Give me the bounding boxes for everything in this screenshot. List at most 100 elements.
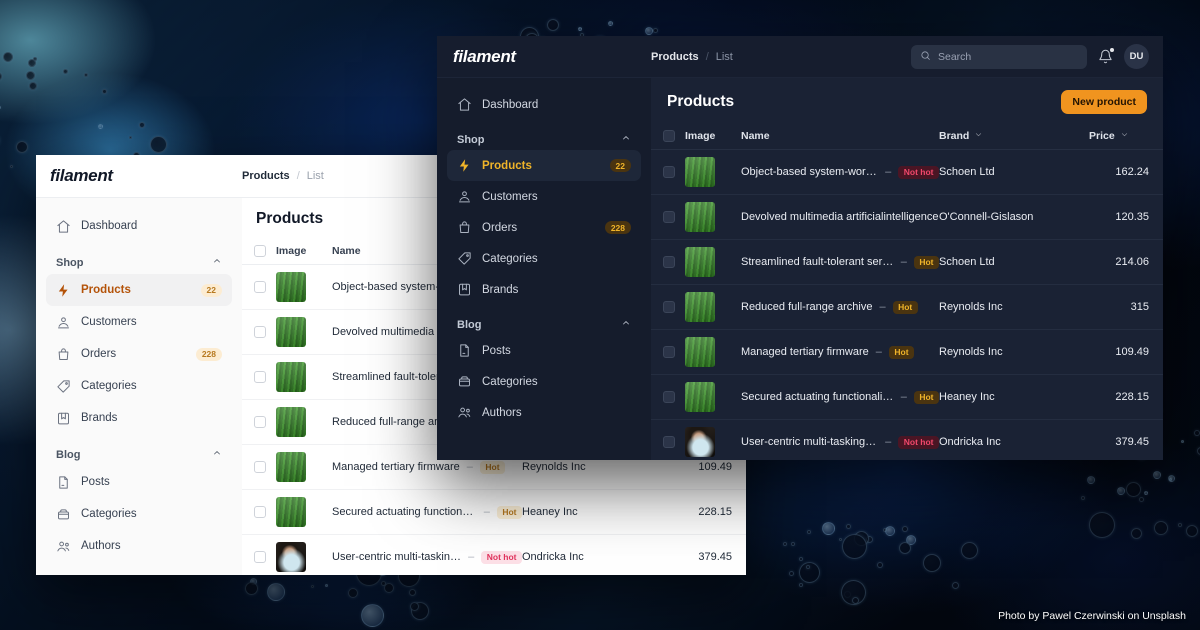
row-checkbox[interactable] [663, 301, 675, 313]
sidebar-group-shop[interactable]: Shop [46, 242, 232, 274]
sidebar-item-brands-shop[interactable]: Brands [46, 402, 232, 434]
breadcrumb-current: List [306, 170, 324, 182]
chevron-up-icon[interactable] [621, 133, 631, 146]
breadcrumb-separator: / [705, 50, 709, 63]
sidebar-item-customers-shop[interactable]: Customers [447, 181, 641, 212]
product-thumbnail [685, 292, 715, 322]
light-app-logo[interactable]: filament [36, 166, 242, 186]
bolt-icon [457, 158, 472, 173]
table-row[interactable]: Secured actuating functionalities – Hot Hea… [242, 490, 746, 535]
sidebar-item-badge: 228 [195, 347, 222, 361]
sidebar-item-orders-shop[interactable]: Orders 228 [46, 338, 232, 370]
row-select-cell [651, 150, 685, 195]
table-row[interactable]: Streamlined fault-tolerant service-desk–… [651, 240, 1163, 285]
chevron-down-icon[interactable] [1120, 130, 1129, 142]
sidebar-group-blog[interactable]: Blog [447, 305, 641, 335]
row-select-cell [242, 310, 276, 355]
table-row[interactable]: User-centric multi-tasking focusgroup–No… [651, 420, 1163, 461]
select-all-checkbox[interactable] [254, 245, 266, 257]
new-product-button[interactable]: New product [1061, 90, 1147, 114]
row-checkbox[interactable] [663, 391, 675, 403]
select-all-checkbox[interactable] [663, 130, 675, 142]
sidebar-group-shop[interactable]: Shop [447, 120, 641, 150]
row-name-cell: Streamlined fault-tolerant service-desk–… [741, 240, 939, 285]
book-icon [457, 282, 472, 297]
row-name-cell: Secured actuating functionalities – Hot [332, 490, 522, 535]
row-checkbox[interactable] [254, 506, 266, 518]
row-checkbox[interactable] [663, 211, 675, 223]
table-row[interactable]: Devolved multimedia artificialintelligen… [651, 195, 1163, 240]
column-header-price[interactable]: Price [1089, 123, 1163, 150]
sidebar-item-categories-shop[interactable]: Categories [447, 243, 641, 274]
avatar[interactable]: DU [1124, 44, 1149, 69]
product-thumbnail [276, 497, 306, 527]
sidebar-item-authors-blog[interactable]: Authors [447, 397, 641, 428]
select-all-header [242, 238, 276, 265]
column-header-name: Name [741, 123, 939, 150]
status-badge: Not hot [898, 435, 939, 449]
table-row[interactable]: Reduced full-range archive–HotReynolds I… [651, 285, 1163, 330]
table-header-row: ImageNameBrandPrice [651, 123, 1163, 150]
sidebar-group-blog[interactable]: Blog [46, 434, 232, 466]
product-thumbnail [685, 382, 715, 412]
sidebar-item-posts-blog[interactable]: Posts [447, 335, 641, 366]
sidebar-item-dashboard[interactable]: Dashboard [46, 210, 232, 242]
search-input[interactable]: Search [911, 44, 1087, 69]
home-icon [457, 97, 472, 112]
sidebar-item-dashboard[interactable]: Dashboard [447, 89, 641, 120]
status-badge: Hot [888, 345, 915, 359]
table-row[interactable]: User-centric multi-tasking focusgroup–No… [242, 535, 746, 576]
dark-app-logo[interactable]: filament [437, 47, 651, 67]
table-row[interactable]: Secured actuating functionalities – Hot Hea… [651, 375, 1163, 420]
column-header-brand[interactable]: Brand [939, 123, 1089, 150]
sidebar-item-products-shop[interactable]: Products 22 [46, 274, 232, 306]
row-checkbox[interactable] [663, 436, 675, 448]
row-select-cell [651, 330, 685, 375]
product-price: 379.45 [1115, 436, 1149, 448]
sidebar-item-label: Posts [81, 476, 110, 488]
home-icon [458, 98, 471, 111]
table-row[interactable]: Object-based system-worthy complexity–No… [651, 150, 1163, 195]
breadcrumb-parent[interactable]: Products [242, 170, 290, 182]
sidebar-item-categories-blog[interactable]: Categories [46, 498, 232, 530]
row-checkbox[interactable] [663, 256, 675, 268]
sidebar-item-label: Brands [482, 283, 519, 296]
tag-icon [56, 379, 71, 394]
row-checkbox[interactable] [254, 416, 266, 428]
name-separator: – [483, 506, 490, 518]
sidebar-item-label: Categories [81, 380, 137, 392]
row-checkbox[interactable] [254, 371, 266, 383]
row-checkbox[interactable] [254, 281, 266, 293]
row-checkbox[interactable] [254, 326, 266, 338]
sidebar-item-posts-blog[interactable]: Posts [46, 466, 232, 498]
chevron-up-icon[interactable] [212, 448, 222, 461]
sidebar-item-authors-blog[interactable]: Authors [46, 530, 232, 562]
sidebar-item-products-shop[interactable]: Products 22 [447, 150, 641, 181]
row-name-cell: Reduced full-range archive–Hot [741, 285, 939, 330]
sidebar-item-orders-shop[interactable]: Orders 228 [447, 212, 641, 243]
row-checkbox[interactable] [254, 551, 266, 563]
chevron-up-icon[interactable] [212, 256, 222, 269]
table-row[interactable]: Managed tertiary firmware – Hot Reynolds In… [651, 330, 1163, 375]
row-checkbox[interactable] [663, 166, 675, 178]
row-image-cell [276, 265, 332, 310]
product-price: 379.45 [698, 551, 732, 563]
breadcrumb-parent[interactable]: Products [651, 51, 699, 63]
sidebar-item-label: Categories [81, 508, 137, 520]
sidebar-item-brands-shop[interactable]: Brands [447, 274, 641, 305]
row-checkbox[interactable] [254, 461, 266, 473]
archive-icon [459, 376, 470, 387]
row-checkbox[interactable] [663, 346, 675, 358]
sidebar-item-customers-shop[interactable]: Customers [46, 306, 232, 338]
name-separator: – [885, 436, 892, 448]
chevron-down-icon[interactable] [974, 130, 983, 142]
sidebar-item-categories-shop[interactable]: Categories [46, 370, 232, 402]
sidebar-item-label: Categories [482, 375, 538, 388]
sidebar-item-categories-blog[interactable]: Categories [447, 366, 641, 397]
status-badge: Not hot [481, 550, 522, 564]
product-brand: Schoen Ltd [939, 256, 995, 268]
notifications-button[interactable] [1098, 48, 1114, 64]
row-select-cell [242, 490, 276, 535]
chevron-up-icon[interactable] [621, 318, 631, 331]
product-name: User-centric multi-tasking focusgroup [332, 551, 461, 563]
